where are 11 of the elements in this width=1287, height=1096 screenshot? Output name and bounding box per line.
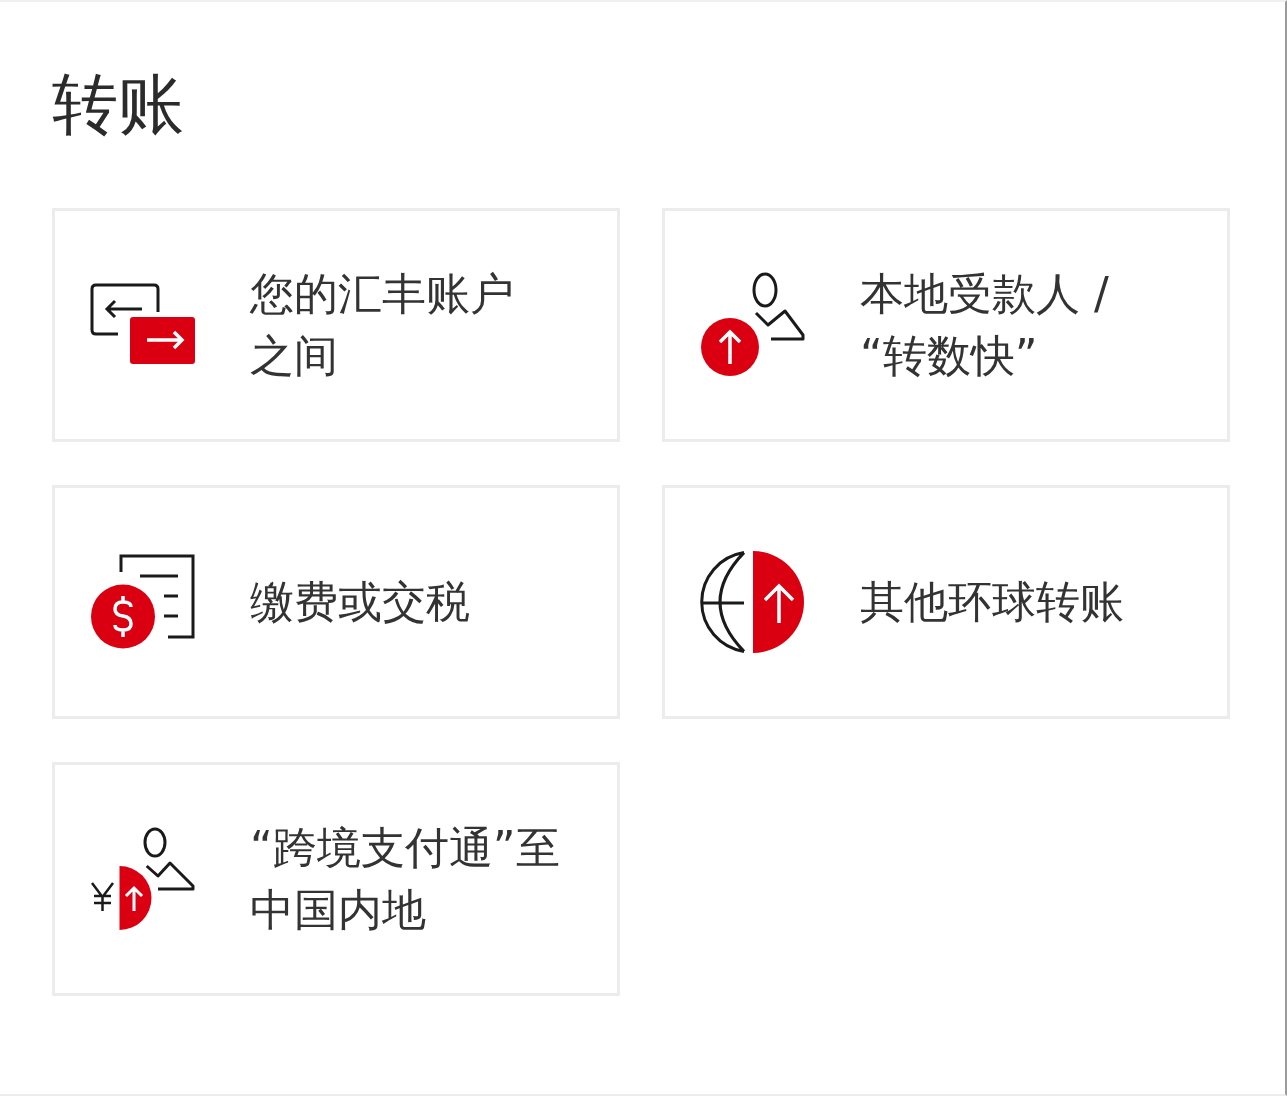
dollar-document-icon: [90, 554, 196, 650]
transfer-option-button[interactable]: “跨境支付通”至 中国内地: [52, 762, 620, 996]
transfer-arrows-icon: [90, 283, 198, 367]
page-title: 转账: [52, 65, 184, 145]
person-up-arrow-icon: [700, 272, 806, 378]
transfer-option-button[interactable]: 本地受款人 / “转数快”: [662, 208, 1230, 442]
currency-person-icon: [90, 827, 195, 931]
transfer-option-button[interactable]: 其他环球转账: [662, 485, 1230, 719]
globe-up-arrow-icon: [700, 549, 806, 655]
transfer-option-button[interactable]: 您的汇丰账户 之间: [52, 208, 620, 442]
transfer-option-button[interactable]: 缴费或交税: [52, 485, 620, 719]
